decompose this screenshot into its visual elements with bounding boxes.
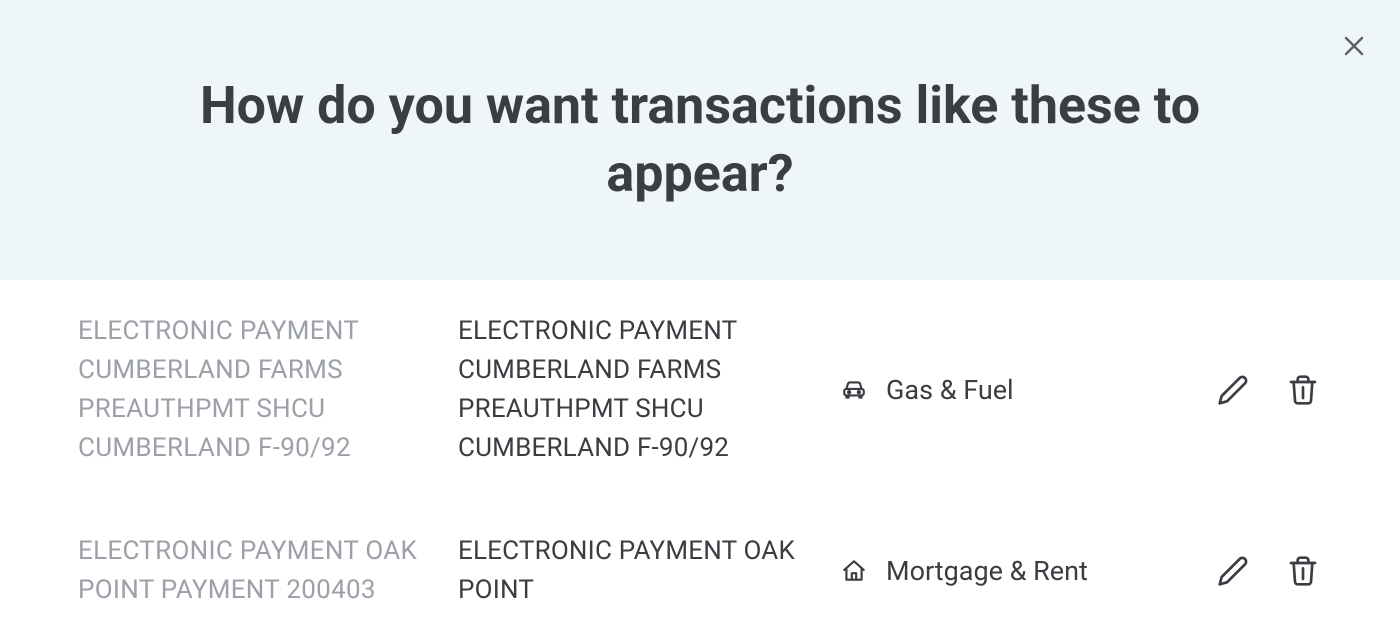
original-transaction-text: ELECTRONIC PAYMENT OAK POINT PAYMENT 200… [78, 532, 458, 610]
display-transaction-text: ELECTRONIC PAYMENT OAK POINT [458, 532, 838, 610]
pencil-icon [1217, 555, 1249, 587]
category-cell: Mortgage & Rent [838, 555, 1214, 587]
category-label: Gas & Fuel [886, 374, 1014, 406]
category-label: Mortgage & Rent [886, 555, 1088, 587]
car-icon [840, 376, 868, 404]
transaction-rules-list: ELECTRONIC PAYMENT CUMBERLAND FARMS PREA… [0, 280, 1400, 642]
delete-button[interactable] [1284, 552, 1322, 590]
home-icon [840, 557, 868, 585]
original-transaction-text: ELECTRONIC PAYMENT CUMBERLAND FARMS PREA… [78, 312, 458, 468]
dialog-title: How do you want transactions like these … [150, 72, 1250, 207]
edit-button[interactable] [1214, 371, 1252, 409]
category-cell: Gas & Fuel [838, 374, 1214, 406]
pencil-icon [1217, 374, 1249, 406]
delete-button[interactable] [1284, 371, 1322, 409]
dialog-header: How do you want transactions like these … [0, 0, 1400, 280]
trash-icon [1287, 555, 1319, 587]
close-icon [1342, 34, 1366, 58]
row-actions [1214, 371, 1322, 409]
transaction-rule-row: ELECTRONIC PAYMENT OAK POINT PAYMENT 200… [78, 500, 1322, 642]
row-actions [1214, 552, 1322, 590]
display-transaction-text: ELECTRONIC PAYMENT CUMBERLAND FARMS PREA… [458, 312, 838, 468]
transaction-rule-row: ELECTRONIC PAYMENT CUMBERLAND FARMS PREA… [78, 280, 1322, 500]
edit-button[interactable] [1214, 552, 1252, 590]
close-button[interactable] [1336, 28, 1372, 64]
trash-icon [1287, 374, 1319, 406]
